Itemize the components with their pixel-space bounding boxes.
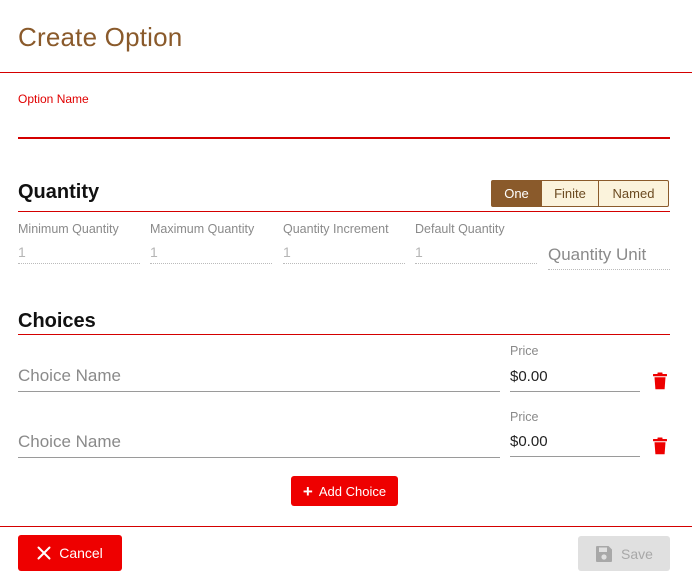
quantity-mode-toggle: One Finite Named — [491, 180, 669, 207]
quantity-mode-one[interactable]: One — [491, 180, 542, 207]
default-quantity-field[interactable]: Default Quantity 1 — [415, 222, 537, 268]
choice-price-input[interactable]: $0.00 — [510, 433, 640, 457]
maximum-quantity-value: 1 — [150, 244, 272, 264]
quantity-increment-field[interactable]: Quantity Increment 1 — [283, 222, 405, 268]
close-icon — [37, 546, 51, 560]
quantity-increment-label: Quantity Increment — [283, 222, 389, 236]
trash-icon[interactable] — [652, 372, 668, 390]
choices-divider — [18, 334, 670, 335]
quantity-increment-value: 1 — [283, 244, 405, 264]
add-choice-label: Add Choice — [318, 483, 387, 499]
quantity-section-title: Quantity — [18, 181, 100, 203]
maximum-quantity-label: Maximum Quantity — [150, 222, 255, 236]
choices-section-title: Choices — [18, 310, 96, 332]
cancel-label: Cancel — [59, 545, 103, 561]
choice-price-label: Price — [510, 410, 539, 424]
choice-price-label: Price — [510, 344, 539, 358]
footer-divider — [0, 526, 692, 527]
dialog-title: Create Option — [18, 22, 183, 52]
minimum-quantity-value: 1 — [18, 244, 140, 264]
quantity-mode-finite[interactable]: Finite — [542, 180, 599, 207]
choice-name-input[interactable]: Choice Name — [18, 432, 500, 458]
default-quantity-label: Default Quantity — [415, 222, 505, 236]
default-quantity-value: 1 — [415, 244, 537, 264]
quantity-unit-input[interactable]: Quantity Unit — [548, 245, 670, 270]
maximum-quantity-field[interactable]: Maximum Quantity 1 — [150, 222, 272, 268]
choice-name-input[interactable]: Choice Name — [18, 366, 500, 392]
save-button[interactable]: Save — [578, 536, 670, 571]
floppy-disk-icon — [596, 545, 613, 562]
add-choice-button[interactable]: + Add Choice — [291, 476, 398, 506]
minimum-quantity-label: Minimum Quantity — [18, 222, 119, 236]
cancel-button[interactable]: Cancel — [18, 535, 122, 571]
quantity-divider — [18, 211, 670, 212]
save-label: Save — [621, 545, 653, 562]
quantity-mode-named[interactable]: Named — [599, 180, 669, 207]
plus-icon: + — [302, 481, 313, 501]
minimum-quantity-field[interactable]: Minimum Quantity 1 — [18, 222, 140, 268]
option-name-label: Option Name — [18, 92, 89, 106]
trash-icon[interactable] — [652, 437, 668, 455]
option-name-input[interactable] — [18, 112, 670, 139]
dialog-header: Create Option — [0, 0, 692, 73]
choice-price-input[interactable]: $0.00 — [510, 368, 640, 392]
